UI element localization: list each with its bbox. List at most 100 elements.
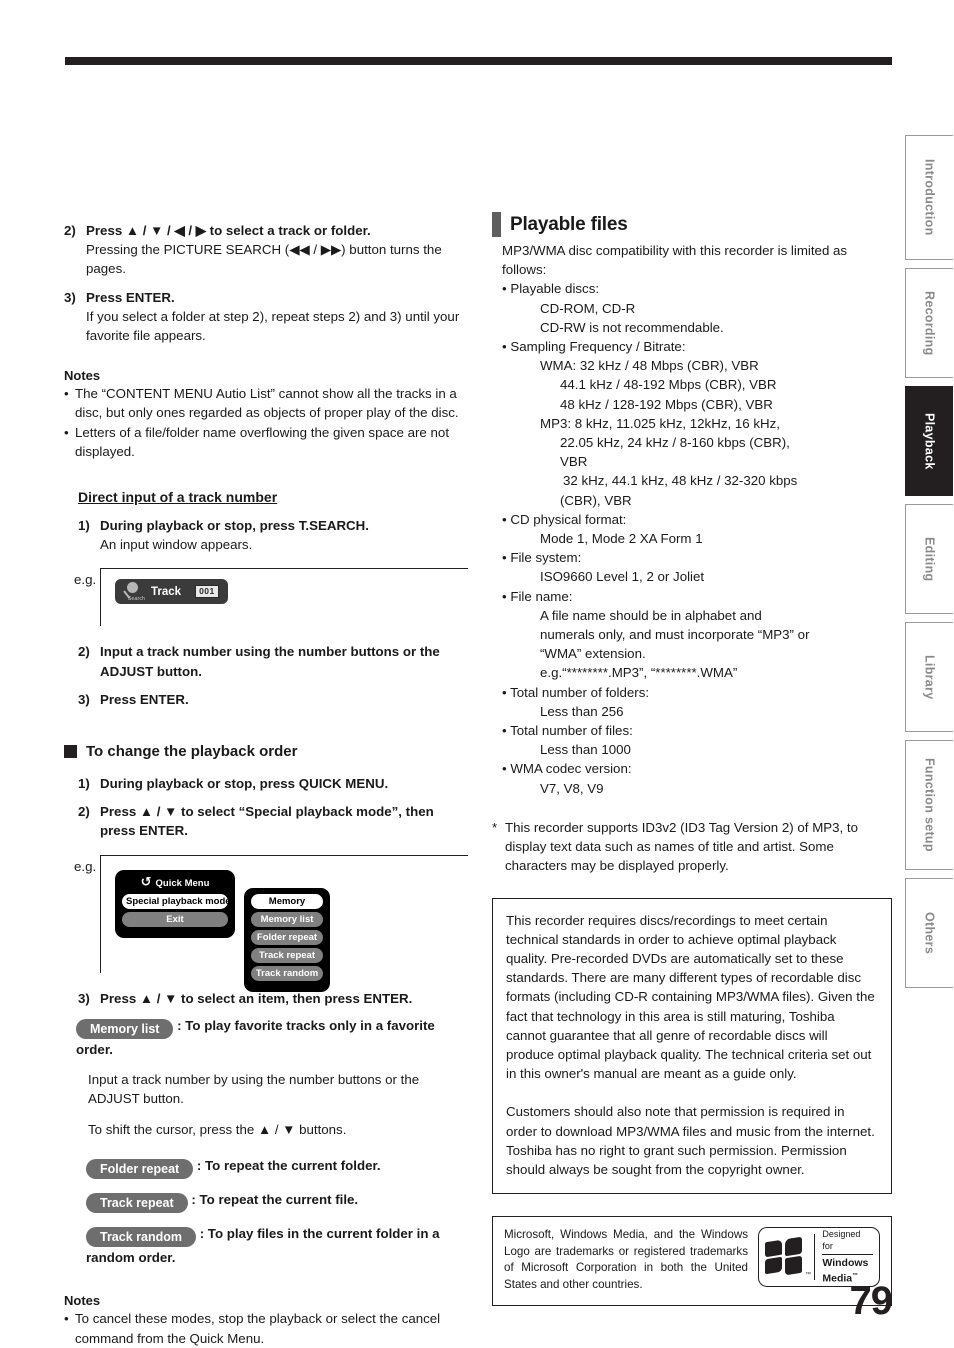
quick-menu-icon: ↺ xyxy=(140,875,152,891)
spec-bullet: • Playable discs: xyxy=(502,281,600,297)
sidebar-item-label: Function setup xyxy=(922,758,937,852)
sidebar-item-others[interactable]: Others xyxy=(905,878,953,988)
footnote: * This recorder supports ID3v2 (ID3 Tag … xyxy=(492,818,892,876)
bullet-glyph: • xyxy=(64,386,69,402)
osd-submenu-panel: Memory Memory list Folder repeat Track r… xyxy=(244,887,330,992)
step-number: 2) xyxy=(64,223,76,238)
menu-item-exit[interactable]: Exit xyxy=(122,911,228,927)
quick-menu-title-label: Quick Menu xyxy=(155,877,210,889)
notes-heading: Notes xyxy=(64,368,101,384)
spec-line: 48 kHz / 128-192 Mbps (CBR), VBR xyxy=(560,396,773,412)
spec-line: “WMA” extension. xyxy=(540,646,646,662)
note-text: To cancel these modes, stop the playback… xyxy=(75,1311,441,1346)
example-label: e.g. xyxy=(74,858,97,874)
spec-line: V7, V8, V9 xyxy=(540,780,604,796)
spec-line: ISO9660 Level 1, 2 or Joliet xyxy=(540,569,705,585)
spec-line: VBR xyxy=(560,454,588,470)
footnote-text: This recorder supports ID3v2 (ID3 Tag Ve… xyxy=(505,819,859,874)
example-label: e.g. xyxy=(74,572,97,588)
spec-bullet: • File system: xyxy=(502,550,582,566)
menu-item-memory[interactable]: Memory xyxy=(251,893,323,909)
sidebar-item-recording[interactable]: Recording xyxy=(905,268,953,378)
spec-line: e.g.“********.MP3”, “********.WMA” xyxy=(540,665,738,681)
step-number: 2) xyxy=(78,644,90,660)
memory-list-body-2: To shift the cursor, press the ▲ / ▼ but… xyxy=(88,1122,347,1138)
osd-track-number: 001 xyxy=(195,585,219,599)
step-heading: Input a track number using the number bu… xyxy=(100,644,440,679)
menu-item-track-repeat[interactable]: Track repeat xyxy=(251,947,323,963)
spec-line: 44.1 kHz / 48-192 Mbps (CBR), VBR xyxy=(560,377,777,393)
spec-bullet: • Total number of folders: xyxy=(502,684,650,700)
section-heading-playable-files: Playable files xyxy=(492,212,892,237)
step-body: An input window appears. xyxy=(100,537,253,553)
bullet-glyph: • xyxy=(64,424,69,440)
subsection-heading: Direct input of a track number xyxy=(78,489,278,506)
left-column: 2) Press ▲ / ▼ / ◀ / ▶ to select a track… xyxy=(64,212,468,1348)
sidebar-item-label: Others xyxy=(922,911,937,955)
menu-item-folder-repeat[interactable]: Folder repeat xyxy=(251,929,323,945)
example-figure-track-search: e.g. Search Track 001 xyxy=(64,568,468,627)
windows-flag-icon: ™ xyxy=(765,1236,811,1278)
step-heading: Press ▲ / ▼ to select an item, then pres… xyxy=(100,990,413,1006)
spec-line: numerals only, and must incorporate “MP3… xyxy=(540,627,810,643)
sidebar-item-label: Editing xyxy=(922,536,937,582)
spec-line: 22.05 kHz, 24 kHz / 8-160 kbps (CBR), xyxy=(560,435,790,451)
sidebar-item-library[interactable]: Library xyxy=(905,622,953,732)
step-heading: Press ▲ / ▼ to select “Special playback … xyxy=(100,804,434,839)
step-number: 3) xyxy=(64,289,76,305)
badge-track-random: Track random xyxy=(86,1227,196,1248)
header-rule xyxy=(65,57,892,65)
step-item: 1) During playback or stop, press T.SEAR… xyxy=(64,516,468,554)
note-text: Letters of a file/folder name overflowin… xyxy=(75,424,450,459)
sidebar-item-introduction[interactable]: Introduction xyxy=(905,135,953,260)
spec-line: CD-RW is not recommendable. xyxy=(540,319,724,335)
note-item: • The “CONTENT MENU Autio List” cannot s… xyxy=(64,384,468,422)
sidebar-item-label: Library xyxy=(922,654,937,700)
notes-heading: Notes xyxy=(64,1293,101,1309)
menu-item-track-random[interactable]: Track random xyxy=(251,965,323,981)
osd-track-search-chip: Search Track 001 xyxy=(115,579,228,605)
step-number: 3) xyxy=(78,691,90,707)
step-number: 2) xyxy=(78,804,90,820)
menu-item-memory-list[interactable]: Memory list xyxy=(251,911,323,927)
disclaimer-paragraph-2: Customers should also note that permissi… xyxy=(506,1104,875,1177)
memory-list-body-1: Input a track number by using the number… xyxy=(88,1071,420,1107)
section-tab-list: Introduction Recording Playback Editing … xyxy=(905,135,953,996)
step-item: 3) Press ENTER. If you select a folder a… xyxy=(64,288,468,346)
note-item: • Letters of a file/folder name overflow… xyxy=(64,423,468,461)
step-heading: During playback or stop, press QUICK MEN… xyxy=(100,776,389,792)
osd-quick-menu-panel: ↺ Quick Menu Special playback mode Exit xyxy=(115,869,235,938)
mode-description-text: : To repeat the current file. xyxy=(191,1192,359,1208)
spec-line: A file name should be in alphabet and xyxy=(540,607,762,623)
mode-description-track-repeat: Track repeat : To repeat the current fil… xyxy=(64,1189,468,1214)
step-body: Pressing the PICTURE SEARCH (◀◀ / ▶▶) bu… xyxy=(86,242,442,277)
badge-track-repeat: Track repeat xyxy=(86,1193,188,1214)
step-item: 2) Press ▲ / ▼ / ◀ / ▶ to select a track… xyxy=(64,221,468,279)
search-icon-label: Search xyxy=(128,596,146,603)
disclaimer-box: This recorder requires discs/recordings … xyxy=(492,897,892,1195)
step-item: 3) Press ▲ / ▼ to select an item, then p… xyxy=(64,989,468,1008)
badge-memory-list: Memory list xyxy=(76,1018,174,1039)
spec-bullet: • Total number of files: xyxy=(502,723,633,739)
microsoft-trademark-text: Microsoft, Windows Media, and the Window… xyxy=(504,1228,748,1291)
bullet-glyph: • xyxy=(64,1311,69,1327)
sidebar-item-function-setup[interactable]: Function setup xyxy=(905,740,953,870)
page-number: 79 xyxy=(849,1279,893,1323)
step-number: 1) xyxy=(78,776,90,792)
step-number: 3) xyxy=(78,990,90,1006)
step-item: 2) Press ▲ / ▼ to select “Special playba… xyxy=(64,802,468,840)
sidebar-item-playback[interactable]: Playback xyxy=(905,386,953,496)
figure-frame: Search Track 001 xyxy=(100,568,468,627)
sidebar-item-editing[interactable]: Editing xyxy=(905,504,953,614)
footnote-marker: * xyxy=(492,819,498,835)
menu-item-special-playback-mode[interactable]: Special playback mode xyxy=(122,893,231,909)
spec-line: MP3: 8 kHz, 11.025 kHz, 12kHz, 16 kHz, xyxy=(540,415,780,431)
spec-bullet: • WMA codec version: xyxy=(502,761,632,777)
section-heading-label: Playable files xyxy=(510,213,628,235)
section-heading-playback-order: To change the playback order xyxy=(64,743,468,760)
osd-track-label: Track xyxy=(151,585,182,598)
spec-line: 32 kHz, 44.1 kHz, 48 kHz / 32-320 kbps xyxy=(563,473,798,489)
mode-description-memory-list: Memory list : To play favorite tracks on… xyxy=(64,1015,468,1060)
spec-bullet: • CD physical format: xyxy=(502,511,627,527)
spec-line: Less than 1000 xyxy=(540,742,631,758)
